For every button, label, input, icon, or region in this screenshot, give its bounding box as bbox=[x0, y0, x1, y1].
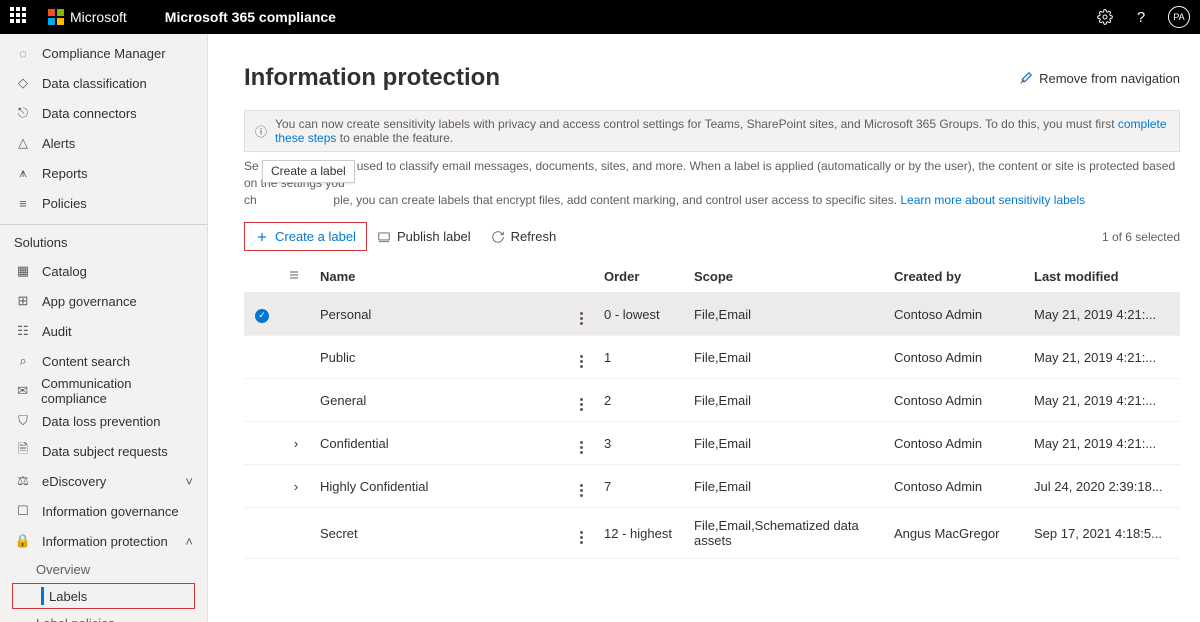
search-icon: ⌕ bbox=[14, 353, 32, 369]
col-created-by[interactable]: Created by bbox=[886, 261, 1026, 293]
doc-icon: 🗎 bbox=[14, 440, 32, 462]
learn-more-link[interactable]: Learn more about sensitivity labels bbox=[900, 193, 1085, 207]
slider-icon: ≡ bbox=[14, 196, 32, 211]
box-icon: ☐ bbox=[14, 503, 32, 519]
table-row[interactable]: ›Highly Confidential7File,EmailContoso A… bbox=[244, 465, 1180, 508]
nav-item-reports[interactable]: ⩚Reports bbox=[0, 158, 207, 188]
more-actions-icon[interactable] bbox=[580, 484, 583, 497]
subnav-overview[interactable]: Overview bbox=[0, 556, 207, 582]
nav-item-app-governance[interactable]: ⊞App governance bbox=[0, 286, 207, 316]
global-header: Microsoft Microsoft 365 compliance ? PA bbox=[0, 0, 1200, 34]
col-select[interactable] bbox=[244, 261, 280, 293]
labels-table: Name Order Scope Created by Last modifie… bbox=[244, 261, 1180, 559]
speed-icon: ◌ bbox=[14, 46, 32, 61]
grid-icon: ▦ bbox=[14, 263, 32, 279]
create-label-tooltip: Create a label bbox=[262, 160, 355, 183]
plug-icon: ⎋ bbox=[14, 105, 32, 121]
more-actions-icon[interactable] bbox=[580, 312, 583, 325]
table-row[interactable]: General2File,EmailContoso AdminMay 21, 2… bbox=[244, 379, 1180, 422]
page-description: Sensitivity labels are used to classify … bbox=[244, 158, 1180, 208]
col-last-modified[interactable]: Last modified bbox=[1026, 261, 1180, 293]
more-actions-icon[interactable] bbox=[580, 441, 583, 454]
more-actions-icon[interactable] bbox=[580, 355, 583, 368]
more-actions-icon[interactable] bbox=[580, 531, 583, 544]
table-row[interactable]: Secret12 - highestFile,Email,Schematized… bbox=[244, 508, 1180, 559]
shield-icon: ⛉ bbox=[14, 413, 32, 429]
col-order[interactable]: Order bbox=[596, 261, 686, 293]
nav-item-information-governance[interactable]: ☐Information governance bbox=[0, 496, 207, 526]
nav-item-content-search[interactable]: ⌕Content search bbox=[0, 346, 207, 376]
lock-icon: 🔒 bbox=[14, 533, 32, 549]
table-row[interactable]: Public1File,EmailContoso AdminMay 21, 20… bbox=[244, 336, 1180, 379]
table-row[interactable]: ✓Personal0 - lowestFile,EmailContoso Adm… bbox=[244, 293, 1180, 336]
info-banner: ⓘ You can now create sensitivity labels … bbox=[244, 110, 1180, 152]
grid2-icon: ⊞ bbox=[14, 293, 32, 309]
refresh-button[interactable]: Refresh bbox=[481, 223, 567, 250]
avatar[interactable]: PA bbox=[1168, 6, 1190, 28]
chevron-down-icon: ˅ bbox=[185, 474, 193, 489]
nav-item-ediscovery[interactable]: ⚖eDiscovery˅ bbox=[0, 466, 207, 496]
settings-icon[interactable] bbox=[1096, 8, 1114, 26]
chevron-up-icon: ˄ bbox=[185, 534, 193, 549]
product-name: Microsoft 365 compliance bbox=[165, 9, 336, 25]
nav-item-audit[interactable]: ☷Audit bbox=[0, 316, 207, 346]
chevron-right-icon[interactable]: › bbox=[294, 479, 298, 494]
remove-from-nav-button[interactable]: Remove from navigation bbox=[1019, 71, 1180, 86]
app-launcher-icon[interactable] bbox=[10, 7, 30, 27]
microsoft-logo: Microsoft bbox=[48, 9, 127, 25]
col-name[interactable]: Name bbox=[312, 261, 572, 293]
subnav-label-policies[interactable]: Label policies bbox=[0, 610, 207, 622]
publish-label-button[interactable]: Publish label bbox=[367, 223, 481, 250]
nav-item-data-connectors[interactable]: ⎋Data connectors bbox=[0, 98, 207, 128]
audit-icon: ☷ bbox=[14, 323, 32, 339]
warn-icon: △ bbox=[14, 135, 32, 151]
gavel-icon: ⚖ bbox=[14, 473, 32, 489]
chevron-right-icon[interactable]: › bbox=[294, 436, 298, 451]
nav-item-data-loss-prevention[interactable]: ⛉Data loss prevention bbox=[0, 406, 207, 436]
left-nav: ◌Compliance Manager◇Data classification⎋… bbox=[0, 34, 208, 622]
more-actions-icon[interactable] bbox=[580, 398, 583, 411]
create-label-button[interactable]: Create a label bbox=[244, 222, 367, 251]
brand-text: Microsoft bbox=[70, 9, 127, 25]
subnav-labels[interactable]: Labels bbox=[12, 583, 195, 609]
nav-item-policies[interactable]: ≡Policies bbox=[0, 188, 207, 218]
col-scope[interactable]: Scope bbox=[686, 261, 886, 293]
table-row[interactable]: ›Confidential3File,EmailContoso AdminMay… bbox=[244, 422, 1180, 465]
info-icon: ⓘ bbox=[255, 123, 267, 140]
selection-count: 1 of 6 selected bbox=[1102, 230, 1180, 244]
nav-item-data-subject-requests[interactable]: 🗎Data subject requests bbox=[0, 436, 207, 466]
nav-item-information-protection[interactable]: 🔒Information protection˄ bbox=[0, 526, 207, 556]
help-icon[interactable]: ? bbox=[1132, 8, 1150, 26]
nav-item-compliance-manager[interactable]: ◌Compliance Manager bbox=[0, 38, 207, 68]
tag-icon: ◇ bbox=[14, 75, 32, 91]
col-reorder-icon[interactable] bbox=[280, 261, 312, 293]
nav-item-alerts[interactable]: △Alerts bbox=[0, 128, 207, 158]
chat-icon: ✉ bbox=[14, 383, 31, 399]
nav-item-data-classification[interactable]: ◇Data classification bbox=[0, 68, 207, 98]
main-content: Information protection Remove from navig… bbox=[208, 34, 1200, 622]
nav-item-catalog[interactable]: ▦Catalog bbox=[0, 256, 207, 286]
nav-item-communication-compliance[interactable]: ✉Communication compliance bbox=[0, 376, 207, 406]
chart-icon: ⩚ bbox=[14, 165, 32, 181]
checkmark-icon[interactable]: ✓ bbox=[255, 309, 269, 323]
nav-section-solutions: Solutions bbox=[0, 224, 207, 256]
page-title: Information protection bbox=[244, 64, 500, 92]
command-bar: Create a label Publish label Refresh 1 o… bbox=[244, 222, 1180, 251]
